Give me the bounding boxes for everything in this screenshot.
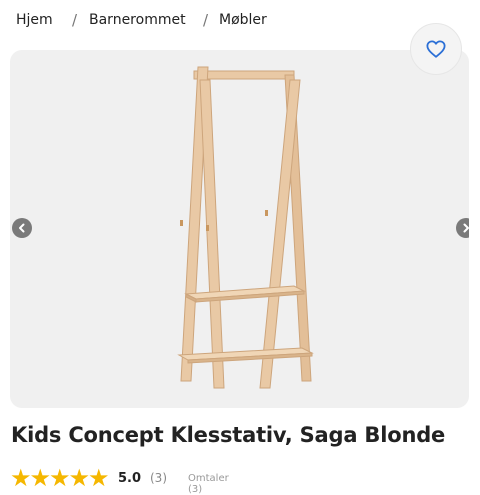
breadcrumb-item-hjem[interactable]: Hjem <box>16 12 53 28</box>
favorite-button[interactable] <box>410 23 462 75</box>
chevron-left-icon <box>19 223 25 233</box>
star-icon: ★ <box>10 464 32 492</box>
star-icon: ★ <box>49 464 71 492</box>
breadcrumb: Hjem / Barnerommet / Møbler <box>0 0 480 44</box>
rating-score: 5.0 <box>118 471 142 486</box>
breadcrumb-item-barnerommet[interactable]: Barnerommet <box>89 12 186 28</box>
breadcrumb-separator: / <box>72 11 78 29</box>
next-image-button[interactable] <box>456 218 469 238</box>
star-icon: ★ <box>68 464 91 492</box>
breadcrumb-separator: / <box>203 11 209 29</box>
star-icon: ★ <box>29 464 52 492</box>
heart-icon <box>426 40 446 58</box>
breadcrumb-item-mobler[interactable]: Møbler <box>219 12 267 28</box>
star-icon: ★ <box>88 464 110 492</box>
product-image <box>177 66 314 389</box>
previous-image-button[interactable] <box>12 218 32 238</box>
chevron-right-icon <box>463 223 469 233</box>
product-image-gallery[interactable] <box>10 50 469 408</box>
rating-count: (3) <box>150 471 167 485</box>
reviews-link[interactable]: Omtaler (3) <box>188 473 229 495</box>
product-title: Kids Concept Klesstativ, Saga Blonde <box>11 423 446 447</box>
rating-stars: ★★★★★ <box>10 464 110 492</box>
